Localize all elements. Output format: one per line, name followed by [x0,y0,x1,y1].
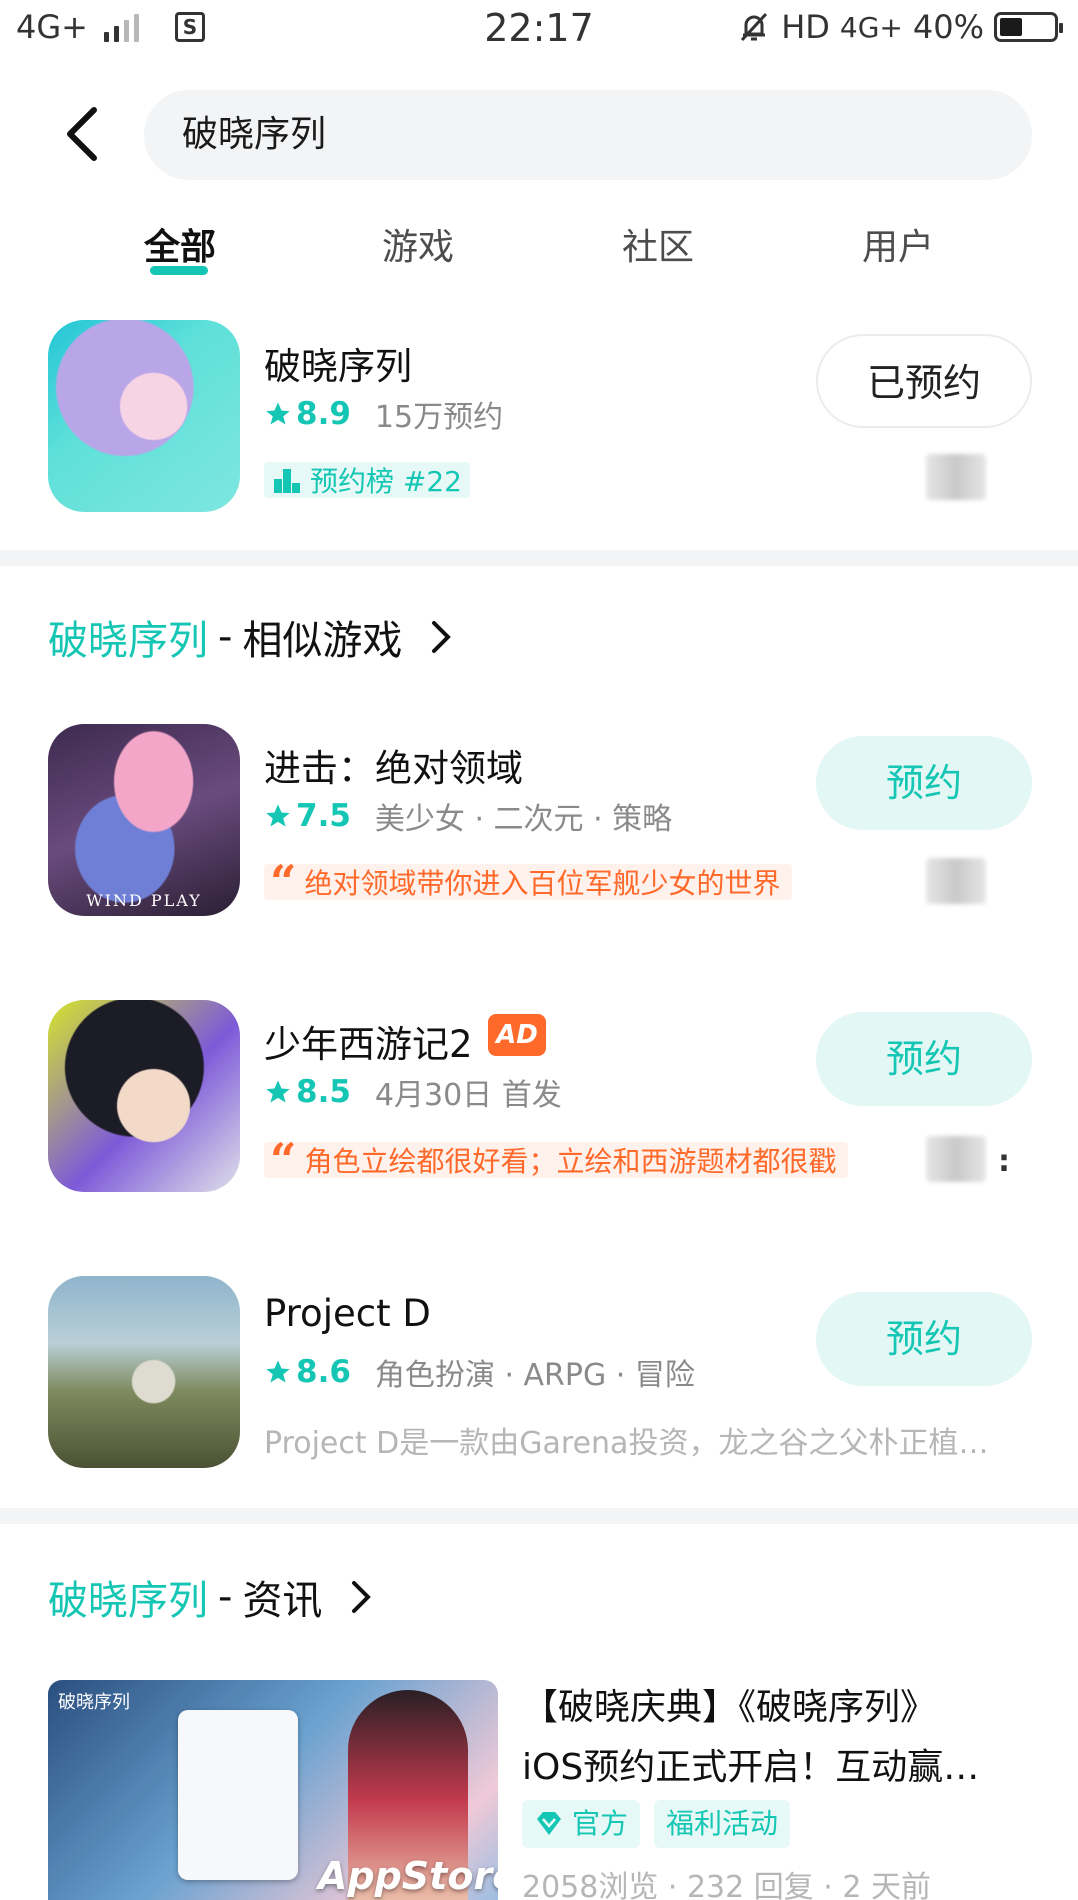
tab-games[interactable]: 游戏 [338,218,498,270]
status-right: HD 4G+ 40% [737,8,1063,46]
game-tags: 4月30日 首发 [374,1078,562,1113]
diamond-icon [537,1812,561,1835]
game-tags: 角色扮演 · ARPG · 冒险 [374,1358,695,1393]
section-separator: - [218,614,233,660]
rating-value: 7.5 [296,798,351,834]
section-divider [0,1508,1078,1524]
tab-users[interactable]: 用户 [818,218,978,270]
top-result-meta: 8.9 15万预约 [264,392,503,436]
rating-value: 8.9 [296,396,351,432]
app-icon-game-1[interactable]: WIND PLAY [48,724,240,916]
podium-icon [274,469,300,493]
battery-fill [1000,18,1022,36]
thumbnail-appstore: AppStore [318,1854,498,1898]
app-icon-top-result[interactable] [48,320,240,512]
hd-label: HD [781,8,830,46]
quote-text: 绝对领域带你进入百位军舰少女的世界 [304,867,781,900]
quote-text: 角色立绘都很好看；立绘和西游题材都很戳 [304,1145,837,1178]
redacted-block [926,1136,986,1182]
bell-muted-icon [741,12,768,42]
star-icon [266,1360,290,1383]
redacted-block [926,454,986,500]
section-divider [0,550,1078,566]
section-keyword: 破晓序列 [48,618,208,664]
game-meta: 7.5 美少女 · 二次元 · 策略 [264,794,672,838]
top-result-name[interactable]: 破晓序列 [264,336,412,390]
battery-icon [994,12,1063,42]
rating: 8.6 [264,1354,351,1390]
back-arrow-icon[interactable] [60,104,104,164]
more-dots-icon[interactable]: : [998,1144,1010,1179]
search-input[interactable]: 破晓序列 [144,90,1032,180]
app-icon-game-3[interactable] [48,1276,240,1468]
quote-icon: “ [270,864,297,900]
app-icon-game-2[interactable] [48,1000,240,1192]
news-title-line-1: 【破晓庆典】《破晓序列》 [522,1687,937,1728]
section-keyword: 破晓序列 [48,1578,208,1624]
tag-welfare[interactable]: 福利活动 [654,1800,791,1848]
tab-all[interactable]: 全部 [100,218,260,270]
chevron-right-icon [352,1581,372,1613]
rank-badge[interactable]: 预约榜 #22 [264,462,470,498]
rating: 7.5 [264,798,351,834]
tag-label: 官方 [572,1807,629,1840]
ad-badge: AD [488,1014,546,1056]
section-title: 资讯 [242,1578,323,1624]
rating: 8.9 [264,396,351,432]
game-name[interactable]: 少年西游记2 [264,1014,473,1068]
tab-community[interactable]: 社区 [578,218,738,270]
tag-label: 福利活动 [666,1807,779,1840]
icon-caption: WIND PLAY [86,891,202,910]
game-tags: 美少女 · 二次元 · 策略 [374,802,673,837]
star-icon [266,402,290,425]
reservation-count: 15万预约 [374,400,504,435]
battery-percent: 40% [912,8,984,46]
review-quote: “ 角色立绘都很好看；立绘和西游题材都很戳 [264,1142,849,1178]
game-name[interactable]: Project D [264,1292,431,1335]
section-separator: - [218,1574,233,1620]
game-name[interactable]: 进击：绝对领域 [264,738,523,792]
news-stats: 2058浏览 · 232 回复 · 2 天前 [522,1870,931,1900]
news-header[interactable]: 破晓序列 - 资讯 [48,1568,372,1626]
star-icon [266,804,290,827]
network-right-label: 4G+ [839,10,903,44]
similar-games-header[interactable]: 破晓序列 - 相似游戏 [48,608,452,666]
quote-icon: “ [270,1142,297,1178]
reserve-button[interactable]: 预约 [816,1012,1032,1106]
news-thumbnail[interactable]: 破晓序列 AppStore [48,1680,498,1900]
news-title[interactable]: 【破晓庆典】《破晓序列》 iOS预约正式开启！互动赢… [522,1678,1032,1798]
star-icon [266,1080,290,1103]
game-meta: 8.6 角色扮演 · ARPG · 冒险 [264,1350,695,1394]
rank-label: 预约榜 #22 [310,465,462,498]
rating-value: 8.6 [296,1354,351,1390]
review-quote: “ 绝对领域带你进入百位军舰少女的世界 [264,864,793,900]
game-description: Project D是一款由Garena投资，龙之谷之父朴正植… [264,1426,989,1461]
status-bar: 4G+ S 22:17 HD 4G+ 40% [0,0,1078,56]
section-title: 相似游戏 [242,618,403,664]
chevron-right-icon [432,621,452,653]
game-meta: 8.5 4月30日 首发 [264,1070,562,1114]
thumbnail-logo: 破晓序列 [58,1692,130,1713]
thumbnail-phone-mockup [178,1710,298,1880]
news-title-line-2: iOS预约正式开启！互动赢… [522,1747,980,1788]
reserve-button[interactable]: 预约 [816,736,1032,830]
tab-indicator [150,266,208,275]
tag-official[interactable]: 官方 [522,1800,641,1848]
reserve-button[interactable]: 预约 [816,1292,1032,1386]
rating: 8.5 [264,1074,351,1110]
rating-value: 8.5 [296,1074,351,1110]
reserved-button[interactable]: 已预约 [816,334,1032,428]
redacted-block [926,858,986,904]
